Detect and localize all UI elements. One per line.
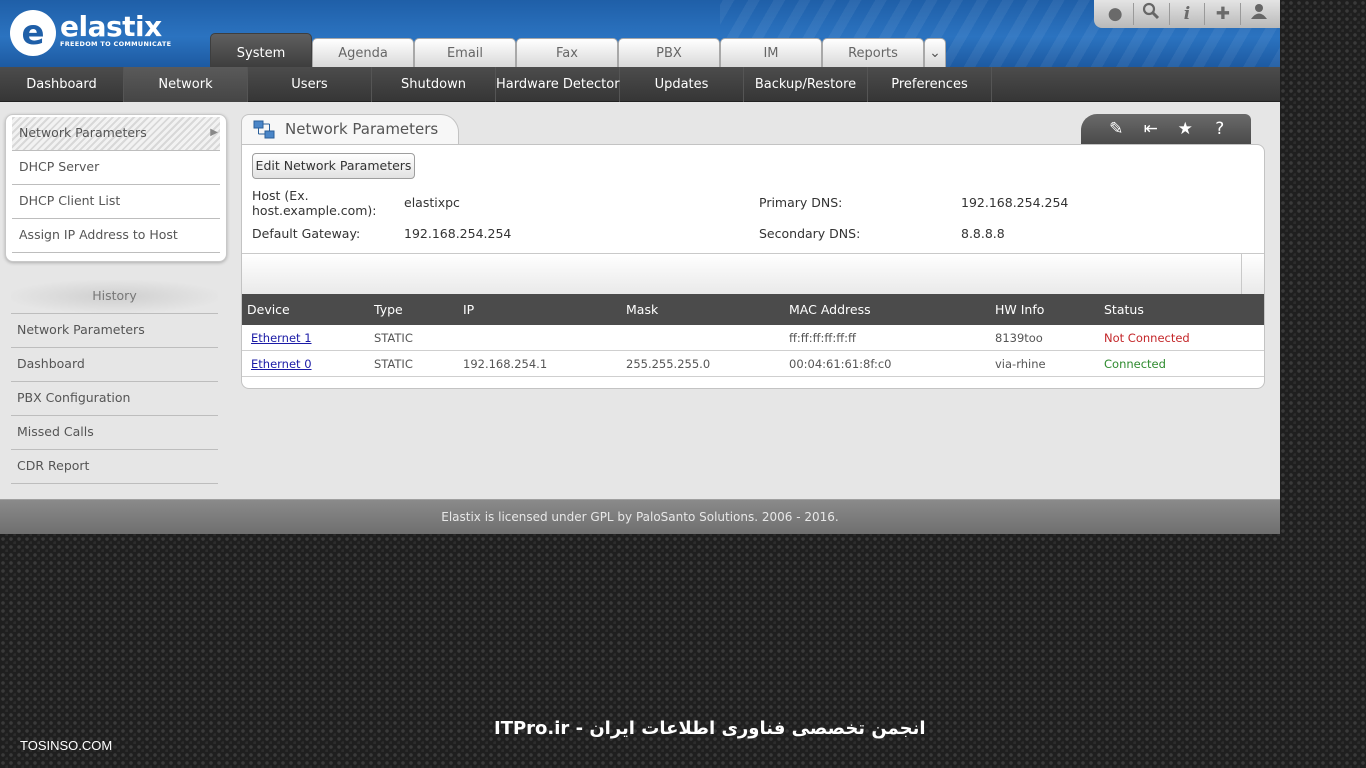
- toolbar-divider: [1240, 3, 1242, 25]
- edit-network-parameters-button[interactable]: Edit Network Parameters: [252, 153, 415, 179]
- host-label-line2: host.example.com):: [252, 203, 377, 218]
- column-ip[interactable]: IP: [463, 294, 474, 325]
- user-icon[interactable]: [1246, 2, 1272, 26]
- chevron-right-icon: ▶: [210, 127, 218, 138]
- mac-cell: 00:04:61:61:8f:c0: [789, 357, 892, 371]
- history-item-cdr-report[interactable]: CDR Report: [11, 450, 218, 484]
- menu-item-label: Network Parameters: [19, 125, 147, 140]
- history-item-network-parameters[interactable]: Network Parameters: [11, 314, 218, 348]
- toolbar-divider: [1168, 3, 1170, 25]
- favorite-star-icon[interactable]: ★: [1172, 114, 1198, 144]
- tab-agenda[interactable]: Agenda: [312, 38, 414, 67]
- ip-cell: 192.168.254.1: [463, 357, 548, 371]
- subnav-hardware-detector[interactable]: Hardware Detector: [496, 66, 620, 102]
- host-value: elastixpc: [404, 195, 460, 210]
- subnav-network[interactable]: Network: [124, 66, 248, 102]
- menu-item-dhcp-server[interactable]: DHCP Server: [12, 151, 220, 185]
- tab-email[interactable]: Email: [414, 38, 516, 67]
- edit-icon[interactable]: ✎: [1103, 114, 1129, 144]
- tab-im[interactable]: IM: [720, 38, 822, 67]
- menu-item-network-parameters[interactable]: Network Parameters ▶: [12, 117, 220, 151]
- secondary-dns-value: 8.8.8.8: [961, 226, 1005, 241]
- hw-info-cell: 8139too: [995, 331, 1043, 345]
- menu-item-dhcp-client-list[interactable]: DHCP Client List: [12, 185, 220, 219]
- network-parameters-panel: Edit Network Parameters Host (Ex. host.e…: [241, 144, 1265, 389]
- sub-navigation: Dashboard Network Users Shutdown Hardwar…: [0, 66, 1280, 102]
- module-title-tab: Network Parameters: [241, 114, 459, 146]
- tab-fax[interactable]: Fax: [516, 38, 618, 67]
- header-toolbar: ● i ✚: [1094, 0, 1280, 28]
- page-title: Network Parameters: [285, 120, 439, 138]
- elastix-logo[interactable]: e elastix FREEDOM TO COMMUNICATE: [10, 8, 185, 60]
- logo-mark-icon: e: [10, 10, 56, 56]
- mask-cell: 255.255.255.0: [626, 357, 711, 371]
- column-device[interactable]: Device: [247, 294, 290, 325]
- band-divider: [1241, 254, 1242, 296]
- collapse-panel-icon[interactable]: ⇤: [1138, 114, 1164, 144]
- device-link[interactable]: Ethernet 1: [251, 325, 312, 351]
- network-icon: [253, 120, 275, 139]
- main-tabs: System Agenda Email Fax PBX IM Reports ⌄: [210, 33, 946, 67]
- site-watermark: TOSINSO.COM: [20, 738, 113, 753]
- watermark-text: ITPro.ir - انجمن تخصصی فناوری اطلاعات ای…: [494, 718, 926, 739]
- module-toolbar: ✎ ⇤ ★ ?: [1081, 114, 1251, 144]
- subnav-preferences[interactable]: Preferences: [868, 66, 992, 102]
- grid-toolbar-band: [242, 253, 1264, 296]
- column-mac-address[interactable]: MAC Address: [789, 294, 871, 325]
- subnav-shutdown[interactable]: Shutdown: [372, 66, 496, 102]
- column-hw-info[interactable]: HW Info: [995, 294, 1044, 325]
- interfaces-table: Device Type IP Mask MAC Address HW Info …: [242, 294, 1264, 377]
- table-header: Device Type IP Mask MAC Address HW Info …: [242, 294, 1264, 325]
- subnav-dashboard[interactable]: Dashboard: [0, 66, 124, 102]
- footer: Elastix is licensed under GPL by PaloSan…: [0, 499, 1280, 534]
- menu-item-assign-ip[interactable]: Assign IP Address to Host: [12, 219, 220, 253]
- logo-wordmark: elastix: [60, 10, 162, 43]
- status-cell: Not Connected: [1104, 331, 1190, 345]
- history-list: History Network Parameters Dashboard PBX…: [11, 280, 218, 484]
- addons-puzzle-icon[interactable]: ✚: [1210, 2, 1236, 26]
- help-icon[interactable]: ?: [1207, 114, 1233, 144]
- host-label-line1: Host (Ex.: [252, 188, 309, 203]
- secondary-dns-label: Secondary DNS:: [759, 226, 861, 241]
- tab-system[interactable]: System: [210, 33, 312, 67]
- device-link[interactable]: Ethernet 0: [251, 351, 312, 377]
- mac-cell: ff:ff:ff:ff:ff:ff: [789, 331, 856, 345]
- table-row: Ethernet 0 STATIC 192.168.254.1 255.255.…: [242, 351, 1264, 377]
- type-cell: STATIC: [374, 331, 413, 345]
- gateway-label: Default Gateway:: [252, 226, 361, 241]
- table-row: Ethernet 1 STATIC ff:ff:ff:ff:ff:ff 8139…: [242, 325, 1264, 351]
- info-icon[interactable]: i: [1174, 2, 1200, 26]
- column-status[interactable]: Status: [1104, 294, 1144, 325]
- network-submenu: Network Parameters ▶ DHCP Server DHCP Cl…: [5, 114, 227, 262]
- subnav-updates[interactable]: Updates: [620, 66, 744, 102]
- subnav-backup-restore[interactable]: Backup/Restore: [744, 66, 868, 102]
- search-icon[interactable]: [1138, 2, 1164, 26]
- column-mask[interactable]: Mask: [626, 294, 658, 325]
- column-type[interactable]: Type: [374, 294, 403, 325]
- hw-info-cell: via-rhine: [995, 357, 1046, 371]
- history-heading: History: [11, 280, 218, 314]
- theme-drop-icon[interactable]: ●: [1102, 2, 1128, 26]
- subnav-users[interactable]: Users: [248, 66, 372, 102]
- toolbar-divider: [1132, 3, 1134, 25]
- tab-reports[interactable]: Reports: [822, 38, 924, 67]
- history-item-pbx-configuration[interactable]: PBX Configuration: [11, 382, 218, 416]
- primary-dns-label: Primary DNS:: [759, 195, 843, 210]
- primary-dns-value: 192.168.254.254: [961, 195, 1069, 210]
- type-cell: STATIC: [374, 357, 413, 371]
- tab-pbx[interactable]: PBX: [618, 38, 720, 67]
- more-tabs-chevron-icon[interactable]: ⌄: [924, 38, 946, 67]
- elastix-app-window: e elastix FREEDOM TO COMMUNICATE ● i ✚ S…: [0, 0, 1280, 534]
- status-cell: Connected: [1104, 357, 1166, 371]
- gateway-value: 192.168.254.254: [404, 226, 512, 241]
- history-item-dashboard[interactable]: Dashboard: [11, 348, 218, 382]
- toolbar-divider: [1204, 3, 1206, 25]
- history-item-missed-calls[interactable]: Missed Calls: [11, 416, 218, 450]
- header-bar: e elastix FREEDOM TO COMMUNICATE ● i ✚ S…: [0, 0, 1280, 67]
- logo-tagline: FREEDOM TO COMMUNICATE: [60, 40, 172, 48]
